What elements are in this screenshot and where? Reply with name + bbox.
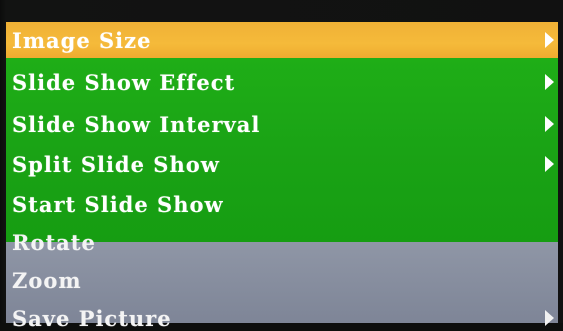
menu-item-start-slide-show[interactable]: Start Slide Show [6,186,558,222]
menu-item-rotate: Rotate [6,226,558,258]
menu-item-slide-show-interval[interactable]: Slide Show Interval [6,106,558,142]
menu-item-label: Image Size [12,27,152,53]
submenu-arrow-icon [545,32,554,48]
submenu-arrow-icon [545,310,554,326]
submenu-arrow-icon [545,116,554,132]
menu-item-label: Start Slide Show [12,191,224,217]
menu-item-zoom: Zoom [6,264,558,296]
photo-menu: Image Size Slide Show Effect Slide Show … [6,22,558,331]
menu-item-label: Slide Show Effect [12,69,236,95]
menu-item-image-size[interactable]: Image Size [6,22,558,58]
submenu-arrow-icon [545,156,554,172]
menu-item-label: Rotate [12,229,96,255]
submenu-arrow-icon [545,74,554,90]
menu-item-save-picture: Save Picture [6,302,558,331]
menu-item-label: Save Picture [12,305,172,331]
menu-item-split-slide-show[interactable]: Split Slide Show [6,146,558,182]
menu-item-slide-show-effect[interactable]: Slide Show Effect [6,64,558,100]
tv-screen: Image Size Slide Show Effect Slide Show … [0,0,563,331]
menu-item-label: Split Slide Show [12,151,220,177]
menu-item-label: Zoom [12,267,82,293]
menu-item-label: Slide Show Interval [12,111,261,137]
